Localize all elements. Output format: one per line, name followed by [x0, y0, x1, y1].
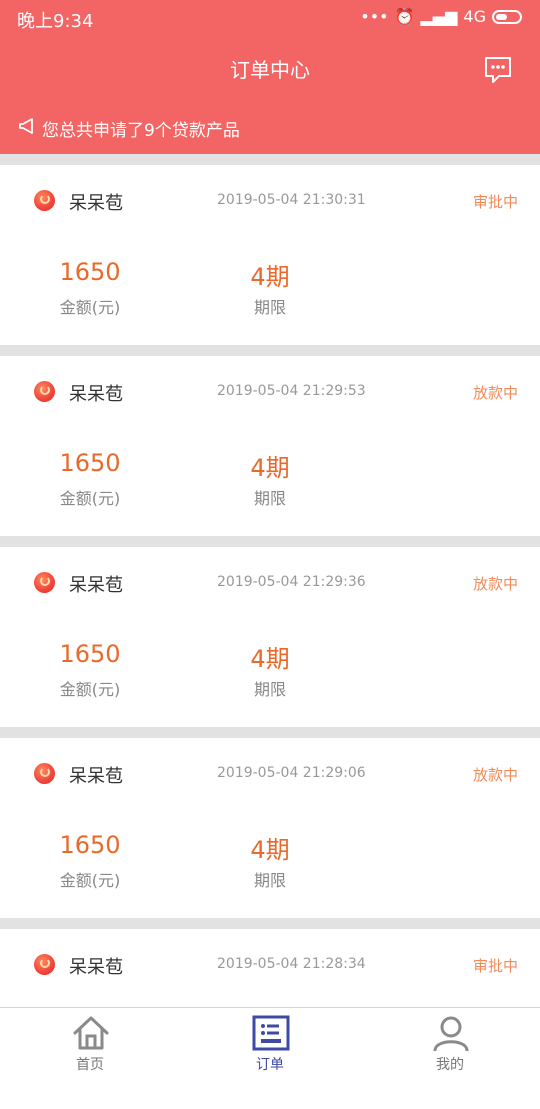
order-card[interactable]: 呆呆苞 2019-05-04 21:29:36 放款中 1650 金额(元) 4… [0, 547, 540, 727]
amount-label: 金额(元) [59, 871, 121, 890]
order-period: 4期 [250, 836, 290, 864]
order-time: 2019-05-04 21:29:36 [217, 574, 366, 590]
order-list-icon [252, 1015, 290, 1051]
system-icons: ••• ⏰ ▂▄▆ 4G [360, 7, 522, 26]
period-label: 期限 [253, 489, 286, 508]
order-card[interactable]: 呆呆苞 2019-05-04 21:29:06 放款中 1650 金额(元) 4… [0, 738, 540, 918]
product-name: 呆呆苞 [69, 957, 123, 978]
order-amount: 1650 [59, 449, 121, 477]
message-button[interactable] [482, 54, 514, 86]
order-period: 4期 [250, 645, 290, 673]
order-card[interactable]: 呆呆苞 2019-05-04 21:30:31 审批中 1650 金额(元) 4… [0, 165, 540, 345]
order-time: 2019-05-04 21:29:06 [217, 765, 366, 781]
order-status: 放款中 [472, 384, 518, 402]
order-time: 2019-05-04 21:30:31 [217, 192, 366, 208]
order-amount: 1650 [59, 258, 121, 286]
chat-bubble-icon [485, 57, 511, 83]
page-title: 订单中心 [230, 58, 310, 82]
order-time: 2019-05-04 21:28:34 [217, 956, 366, 972]
tab-home[interactable]: 首页 [30, 1008, 150, 1081]
order-amount: 1650 [59, 831, 121, 859]
product-name: 呆呆苞 [69, 193, 123, 214]
product-name: 呆呆苞 [69, 384, 123, 405]
product-name: 呆呆苞 [69, 766, 123, 787]
period-label: 期限 [253, 680, 286, 699]
product-logo-icon [34, 763, 55, 784]
status-bar: 晚上9:34 ••• ⏰ ▂▄▆ 4G [0, 0, 540, 34]
order-amount: 1650 [59, 640, 121, 668]
signal-icon: ▂▄▆ [420, 7, 458, 26]
tab-orders[interactable]: 订单 [210, 1008, 330, 1081]
amount-label: 金额(元) [59, 489, 121, 508]
notice-bar: 您总共申请了9个贷款产品 [0, 100, 540, 154]
product-logo-icon [34, 572, 55, 593]
tab-mine[interactable]: 我的 [390, 1008, 510, 1081]
order-status: 放款中 [472, 575, 518, 593]
more-dots-icon: ••• [360, 7, 389, 26]
period-label: 期限 [253, 298, 286, 317]
product-logo-icon [34, 190, 55, 211]
tab-home-label: 首页 [76, 1057, 104, 1073]
megaphone-icon [19, 118, 33, 134]
product-name: 呆呆苞 [69, 575, 123, 596]
order-time: 2019-05-04 21:29:53 [217, 383, 366, 399]
order-status: 放款中 [472, 766, 518, 784]
order-period: 4期 [250, 263, 290, 291]
order-status: 审批中 [472, 957, 518, 975]
amount-label: 金额(元) [59, 680, 121, 699]
product-logo-icon [34, 954, 55, 975]
tab-mine-label: 我的 [436, 1057, 464, 1073]
notice-text: 您总共申请了9个贷款产品 [42, 121, 240, 141]
tab-orders-label: 订单 [256, 1057, 284, 1073]
app-header: 订单中心 [0, 34, 540, 100]
battery-icon [492, 9, 522, 24]
alarm-off-icon: ⏰ [394, 7, 415, 26]
order-status: 审批中 [472, 193, 518, 211]
network-type: 4G [463, 7, 486, 26]
user-icon [433, 1016, 469, 1051]
home-icon [73, 1016, 109, 1050]
bottom-tab-bar: 首页 订单 我的 [0, 1007, 540, 1080]
period-label: 期限 [253, 871, 286, 890]
amount-label: 金额(元) [59, 298, 121, 317]
product-logo-icon [34, 381, 55, 402]
status-time: 晚上9:34 [17, 11, 94, 32]
order-period: 4期 [250, 454, 290, 482]
order-card[interactable]: 呆呆苞 2019-05-04 21:29:53 放款中 1650 金额(元) 4… [0, 356, 540, 536]
